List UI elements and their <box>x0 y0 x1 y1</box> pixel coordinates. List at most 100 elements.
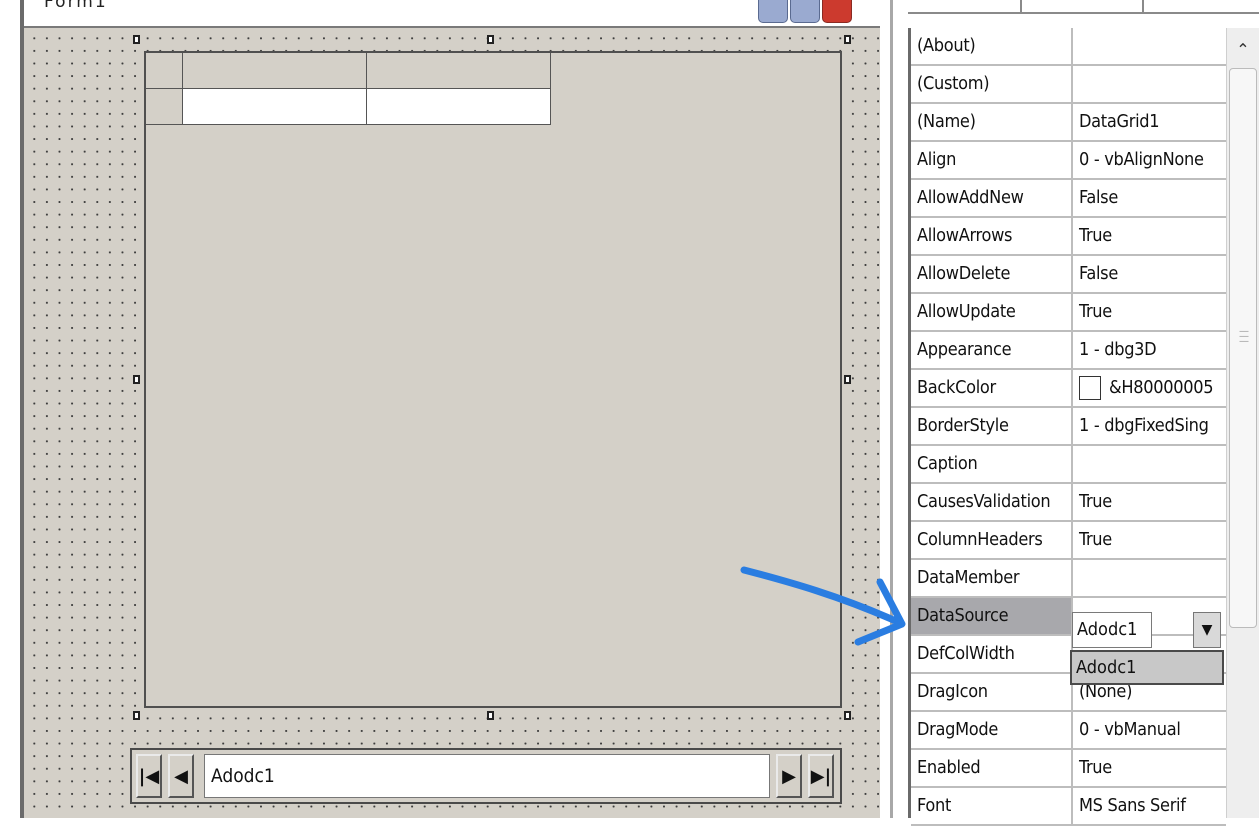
datasource-combo[interactable]: Adodc1 <box>1072 612 1152 648</box>
scroll-up-button[interactable]: ⌃ <box>1229 34 1257 64</box>
property-value[interactable]: &H80000005 <box>1073 370 1226 406</box>
property-value[interactable]: True <box>1073 218 1226 254</box>
datasource-dropdown-button[interactable]: ▼ <box>1193 612 1221 648</box>
property-name: Enabled <box>911 750 1073 786</box>
datasource-dropdown-list[interactable]: Adodc1 <box>1070 650 1224 685</box>
property-name: DataSource <box>911 598 1073 634</box>
minimize-button[interactable] <box>758 0 788 23</box>
property-name: BackColor <box>911 370 1073 406</box>
grid-row-selector[interactable] <box>146 89 183 125</box>
property-name: AllowUpdate <box>911 294 1073 330</box>
property-row[interactable]: (Custom) <box>911 66 1226 104</box>
chevron-up-icon: ⌃ <box>1236 39 1250 59</box>
property-value[interactable] <box>1073 446 1226 482</box>
resize-handle[interactable] <box>844 35 851 44</box>
property-value[interactable]: 1 - dbgFixedSing <box>1073 408 1226 444</box>
property-row[interactable]: BorderStyle 1 - dbgFixedSing <box>911 408 1226 446</box>
first-record-button[interactable]: |◀ <box>136 754 162 798</box>
property-value[interactable] <box>1073 28 1226 64</box>
grid-column-header[interactable] <box>367 53 551 89</box>
property-value[interactable]: 0 - vbManual <box>1073 712 1226 748</box>
grid-cell[interactable] <box>183 89 367 125</box>
property-name: ColumnHeaders <box>911 522 1073 558</box>
property-value[interactable]: True <box>1073 484 1226 520</box>
chevron-down-icon: ▼ <box>1201 622 1213 638</box>
property-name: AllowArrows <box>911 218 1073 254</box>
splitter[interactable] <box>890 0 908 818</box>
property-row[interactable]: BackColor &H80000005 <box>911 370 1226 408</box>
property-value[interactable]: False <box>1073 180 1226 216</box>
property-row[interactable]: DataSource <box>911 598 1226 636</box>
resize-handle[interactable] <box>133 711 140 720</box>
previous-record-icon: ◀ <box>174 765 188 787</box>
next-record-button[interactable]: ▶ <box>776 754 802 798</box>
property-name: Font <box>911 788 1073 824</box>
resize-handle[interactable] <box>133 375 140 384</box>
property-name: Align <box>911 142 1073 178</box>
property-value[interactable] <box>1073 560 1226 596</box>
property-value[interactable]: False <box>1073 256 1226 292</box>
property-row[interactable]: Caption <box>911 446 1226 484</box>
property-row[interactable]: DragMode 0 - vbManual <box>911 712 1226 750</box>
property-value[interactable]: True <box>1073 522 1226 558</box>
property-row[interactable]: Appearance 1 - dbg3D <box>911 332 1226 370</box>
maximize-button[interactable] <box>790 0 820 23</box>
property-name: (About) <box>911 28 1073 64</box>
property-name: AllowAddNew <box>911 180 1073 216</box>
property-name: CausesValidation <box>911 484 1073 520</box>
property-row[interactable]: DataMember <box>911 560 1226 598</box>
property-value[interactable]: 0 - vbAlignNone <box>1073 142 1226 178</box>
form-titlebar[interactable]: Form1 <box>24 0 880 28</box>
close-button[interactable] <box>822 0 852 23</box>
last-record-button[interactable]: ▶| <box>808 754 834 798</box>
property-row[interactable]: ColumnHeaders True <box>911 522 1226 560</box>
grid-column-header[interactable] <box>183 53 367 89</box>
tab-separator <box>1020 0 1022 12</box>
property-name: (Name) <box>911 104 1073 140</box>
arrow-icon <box>740 566 906 646</box>
grid-corner-cell <box>146 53 183 89</box>
property-row[interactable]: Align 0 - vbAlignNone <box>911 142 1226 180</box>
form-title: Form1 <box>44 0 108 12</box>
resize-handle[interactable] <box>487 35 494 44</box>
properties-grid[interactable]: (About) (Custom) (Name) DataGrid1 Align 0 - v… <box>908 28 1226 826</box>
property-row[interactable]: AllowArrows True <box>911 218 1226 256</box>
property-name: Appearance <box>911 332 1073 368</box>
properties-scrollbar[interactable]: ⌃ — — — <box>1226 28 1259 818</box>
resize-handle[interactable] <box>487 711 494 720</box>
property-row[interactable]: Font MS Sans Serif <box>911 788 1226 826</box>
property-value[interactable]: 1 - dbg3D <box>1073 332 1226 368</box>
property-value[interactable]: True <box>1073 294 1226 330</box>
adodc-caption: Adodc1 <box>204 754 770 798</box>
property-row[interactable]: Enabled True <box>911 750 1226 788</box>
property-row[interactable]: AllowAddNew False <box>911 180 1226 218</box>
property-name: Caption <box>911 446 1073 482</box>
property-row[interactable]: AllowDelete False <box>911 256 1226 294</box>
property-value[interactable] <box>1073 66 1226 102</box>
property-name: BorderStyle <box>911 408 1073 444</box>
previous-record-button[interactable]: ◀ <box>168 754 194 798</box>
resize-handle[interactable] <box>133 35 140 44</box>
adodc-control[interactable]: |◀ ◀ Adodc1 ▶ ▶| <box>130 748 842 804</box>
last-record-icon: ▶| <box>810 765 832 787</box>
resize-handle[interactable] <box>844 375 851 384</box>
property-value[interactable]: DataGrid1 <box>1073 104 1226 140</box>
property-value[interactable]: True <box>1073 750 1226 786</box>
property-row[interactable]: AllowUpdate True <box>911 294 1226 332</box>
properties-tabs[interactable] <box>908 0 1259 14</box>
dropdown-option[interactable]: Adodc1 <box>1076 652 1136 683</box>
property-row[interactable]: (About) <box>911 28 1226 66</box>
grid-cell[interactable] <box>367 89 551 125</box>
property-value-text: &H80000005 <box>1109 377 1214 398</box>
color-swatch <box>1079 376 1101 400</box>
property-name: DragIcon <box>911 674 1073 710</box>
property-name: AllowDelete <box>911 256 1073 292</box>
first-record-icon: |◀ <box>138 765 160 787</box>
resize-handle[interactable] <box>844 711 851 720</box>
scroll-thumb[interactable]: — — — <box>1229 68 1257 628</box>
property-value[interactable]: MS Sans Serif <box>1073 788 1226 824</box>
property-row[interactable]: CausesValidation True <box>911 484 1226 522</box>
property-name: DragMode <box>911 712 1073 748</box>
property-row[interactable]: (Name) DataGrid1 <box>911 104 1226 142</box>
property-name: DataMember <box>911 560 1073 596</box>
